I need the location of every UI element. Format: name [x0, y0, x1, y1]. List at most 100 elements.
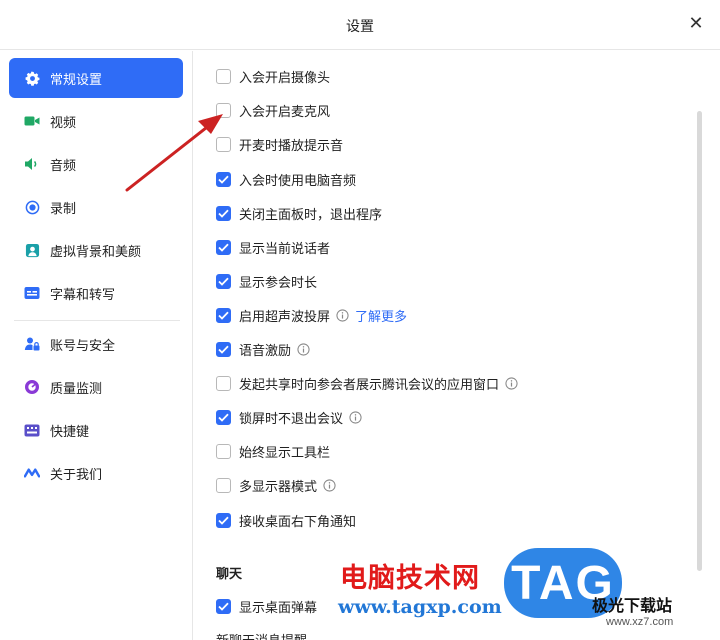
learn-more-link[interactable]: 了解更多	[355, 306, 407, 325]
settings-sidebar: 常规设置 视频 音频 录制 虚拟背景和美颜 字幕和转写 账号与安全 质量监测 快…	[0, 51, 193, 640]
scrollbar[interactable]	[697, 111, 702, 571]
checkmark-icon	[218, 277, 229, 286]
sidebar-item-label: 关于我们	[50, 467, 103, 483]
watermark-site-name: 电脑技术网	[340, 563, 480, 594]
sidebar-item-quality-monitor[interactable]: 质量监测	[9, 367, 183, 407]
sidebar-item-video[interactable]: 视频	[9, 101, 183, 141]
always-show-toolbar-checkbox[interactable]	[216, 443, 231, 459]
computer-audio-checkbox[interactable]	[216, 171, 231, 187]
option-unmute-sound: 开麦时播放提示音	[216, 134, 343, 154]
watermark-partner-name: 极光下载站	[592, 596, 673, 615]
watermark-partner-url: www.xz7.com	[606, 616, 674, 628]
option-always-show-toolbar: 始终显示工具栏	[216, 441, 330, 461]
desktop-danmaku-checkbox[interactable]	[216, 598, 231, 614]
option-label: 显示当前说话者	[239, 241, 331, 257]
checkmark-icon	[218, 311, 229, 320]
voice-activation-checkbox[interactable]	[216, 341, 231, 357]
record-icon	[24, 199, 40, 215]
sidebar-item-label: 虚拟背景和美颜	[50, 244, 142, 260]
checkmark-icon	[218, 345, 229, 354]
sidebar-item-label: 字幕和转写	[50, 287, 116, 303]
info-icon[interactable]	[323, 478, 336, 492]
info-icon[interactable]	[336, 308, 349, 322]
option-stay-on-lock: 锁屏时不退出会议	[216, 407, 362, 427]
info-icon[interactable]	[297, 342, 310, 356]
unmute-sound-checkbox[interactable]	[216, 136, 231, 152]
camera-on-join-checkbox[interactable]	[216, 68, 231, 84]
option-desktop-danmaku: 显示桌面弹幕	[216, 596, 317, 616]
option-label: 显示参会时长	[239, 275, 318, 291]
option-desktop-notification: 接收桌面右下角通知	[216, 510, 356, 530]
option-ultrasonic-casting: 启用超声波投屏 了解更多	[216, 305, 407, 325]
sidebar-item-account-security[interactable]: 账号与安全	[9, 324, 183, 364]
option-label: 关闭主面板时，退出程序	[239, 207, 383, 223]
sidebar-item-general[interactable]: 常规设置	[9, 58, 183, 98]
sidebar-item-label: 视频	[50, 115, 77, 131]
sidebar-item-shortcuts[interactable]: 快捷键	[9, 410, 183, 450]
option-label: 始终显示工具栏	[239, 445, 331, 461]
video-camera-icon	[24, 113, 40, 129]
option-label: 入会开启麦克风	[239, 104, 331, 120]
sidebar-item-label: 常规设置	[50, 72, 103, 88]
tencent-meeting-logo-icon	[24, 465, 40, 481]
mic-on-join-checkbox[interactable]	[216, 102, 231, 118]
sidebar-item-captions[interactable]: 字幕和转写	[9, 273, 183, 313]
checkmark-icon	[218, 516, 229, 525]
sidebar-item-label: 快捷键	[50, 424, 90, 440]
checkmark-icon	[218, 175, 229, 184]
option-multi-monitor: 多显示器模式	[216, 475, 336, 495]
option-label: 语音激励	[239, 343, 292, 359]
exit-on-close-checkbox[interactable]	[216, 205, 231, 221]
quality-gauge-icon	[24, 379, 40, 395]
sidebar-divider	[14, 320, 180, 321]
option-label: 启用超声波投屏	[239, 309, 331, 325]
option-exit-on-close: 关闭主面板时，退出程序	[216, 203, 382, 223]
option-mic-on-join: 入会开启麦克风	[216, 100, 330, 120]
option-voice-activation: 语音激励	[216, 339, 310, 359]
caption-icon	[24, 285, 40, 301]
gear-icon	[24, 70, 40, 86]
option-label: 入会开启摄像头	[239, 70, 331, 86]
stay-on-lock-checkbox[interactable]	[216, 409, 231, 425]
sidebar-item-label: 音频	[50, 158, 77, 174]
option-show-speaker: 显示当前说话者	[216, 237, 330, 257]
close-button[interactable]: ✕	[686, 14, 706, 34]
checkmark-icon	[218, 243, 229, 252]
checkmark-icon	[218, 413, 229, 422]
multi-monitor-checkbox[interactable]	[216, 477, 231, 493]
sidebar-item-audio[interactable]: 音频	[9, 144, 183, 184]
show-speaker-checkbox[interactable]	[216, 239, 231, 255]
option-computer-audio: 入会时使用电脑音频	[216, 169, 356, 189]
option-label: 接收桌面右下角通知	[239, 514, 357, 530]
checkmark-icon	[218, 602, 229, 611]
dialog-title-bar: 设置 ✕	[0, 0, 720, 50]
option-new-message-alert: 新聊天消息提醒	[216, 629, 307, 640]
sidebar-item-recording[interactable]: 录制	[9, 187, 183, 227]
watermark-site-url: www.tagxp.com	[338, 596, 502, 618]
option-label: 开麦时播放提示音	[239, 138, 344, 154]
option-share-app-window: 发起共享时向参会者展示腾讯会议的应用窗口	[216, 373, 518, 393]
option-meeting-duration: 显示参会时长	[216, 271, 317, 291]
share-app-window-checkbox[interactable]	[216, 375, 231, 391]
option-camera-on-join: 入会开启摄像头	[216, 66, 330, 86]
chat-section-title: 聊天	[216, 567, 243, 582]
info-icon[interactable]	[349, 410, 362, 424]
option-label: 显示桌面弹幕	[239, 600, 318, 616]
meeting-duration-checkbox[interactable]	[216, 273, 231, 289]
option-label: 发起共享时向参会者展示腾讯会议的应用窗口	[239, 377, 500, 393]
sidebar-item-about[interactable]: 关于我们	[9, 453, 183, 493]
option-label: 多显示器模式	[239, 479, 318, 495]
general-settings-panel: 入会开启摄像头 入会开启麦克风 开麦时播放提示音 入会时使用电脑音频 关闭主面板…	[194, 51, 706, 640]
speaker-icon	[24, 156, 40, 172]
portrait-icon	[24, 242, 40, 258]
ultrasonic-casting-checkbox[interactable]	[216, 307, 231, 323]
desktop-notification-checkbox[interactable]	[216, 512, 231, 528]
sidebar-item-virtual-background[interactable]: 虚拟背景和美颜	[9, 230, 183, 270]
sidebar-item-label: 录制	[50, 201, 77, 217]
account-lock-icon	[24, 336, 40, 352]
checkmark-icon	[218, 209, 229, 218]
info-icon[interactable]	[505, 376, 518, 390]
option-label: 锁屏时不退出会议	[239, 411, 344, 427]
option-label: 新聊天消息提醒	[216, 630, 307, 640]
dialog-title: 设置	[346, 19, 374, 35]
